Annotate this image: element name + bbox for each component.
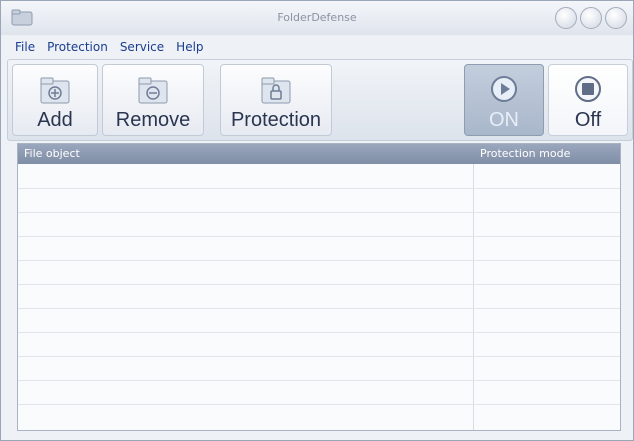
protection-button[interactable]: Protection — [220, 64, 332, 136]
folder-lock-icon — [261, 77, 291, 104]
off-button[interactable]: Off — [548, 64, 628, 136]
row-gridline — [18, 404, 620, 405]
remove-button[interactable]: Remove — [102, 64, 204, 136]
menu-protection[interactable]: Protection — [41, 40, 114, 54]
minimize-button[interactable] — [555, 7, 577, 29]
stop-icon — [575, 76, 601, 102]
folder-remove-icon — [138, 77, 168, 104]
window-controls — [555, 7, 627, 29]
row-gridline — [18, 236, 620, 237]
row-gridline — [18, 212, 620, 213]
add-button[interactable]: Add — [12, 64, 98, 136]
row-gridline — [18, 308, 620, 309]
on-button[interactable]: ON — [464, 64, 544, 136]
off-label: Off — [574, 109, 602, 131]
close-button[interactable] — [605, 7, 627, 29]
title-bar: FolderDefense — [1, 1, 633, 35]
remove-label: Remove — [115, 109, 191, 131]
row-gridline — [18, 260, 620, 261]
menu-service[interactable]: Service — [114, 40, 170, 54]
maximize-button[interactable] — [580, 7, 602, 29]
menu-bar: File Protection Service Help — [1, 37, 633, 57]
play-icon — [491, 76, 517, 102]
add-label: Add — [37, 109, 73, 131]
row-gridline — [18, 284, 620, 285]
app-window: FolderDefense File Protection Service He… — [0, 0, 634, 441]
column-divider — [473, 164, 474, 430]
file-list[interactable]: File object Protection mode — [17, 143, 621, 431]
row-gridline — [18, 380, 620, 381]
folder-add-icon — [40, 77, 70, 104]
list-header: File object Protection mode — [18, 144, 620, 164]
column-header-protection-mode[interactable]: Protection mode — [480, 147, 570, 160]
column-header-file-object[interactable]: File object — [24, 147, 80, 160]
toolbar: Add Remove Protection ON Off — [7, 59, 633, 141]
on-label: ON — [489, 109, 519, 131]
row-gridline — [18, 332, 620, 333]
row-gridline — [18, 356, 620, 357]
window-title: FolderDefense — [277, 11, 357, 24]
row-gridline — [18, 188, 620, 189]
menu-file[interactable]: File — [1, 40, 41, 54]
menu-help[interactable]: Help — [170, 40, 209, 54]
protection-label: Protection — [230, 109, 322, 131]
